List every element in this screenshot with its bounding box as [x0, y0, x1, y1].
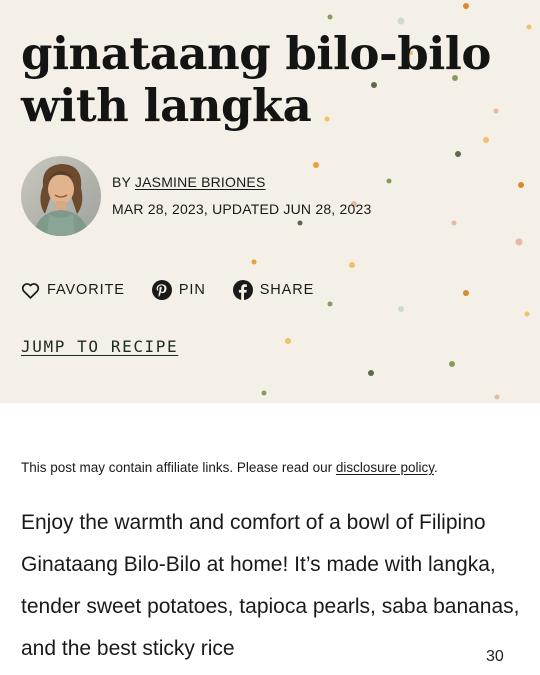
heart-outline-icon — [21, 282, 40, 299]
author-link[interactable]: JASMINE BRIONES — [135, 174, 266, 190]
pinterest-icon — [151, 280, 172, 300]
post-dates: MAR 28, 2023, UPDATED JUN 28, 2023 — [112, 201, 372, 217]
intro-paragraph: Enjoy the warmth and comfort of a bowl o… — [21, 511, 520, 660]
pin-button[interactable]: PIN — [151, 280, 206, 300]
byline-prefix: BY — [112, 174, 131, 190]
favorite-label: FAVORITE — [47, 282, 125, 298]
post-actions: FAVORITE PIN SHARE — [21, 280, 341, 300]
page-title: ginataang bilo-bilo with langka — [21, 27, 491, 132]
disclosure-text: This post may contain affiliate links. P… — [21, 460, 336, 475]
post-header: ginataang bilo-bilo with langka BY JASMI… — [0, 0, 540, 403]
share-button[interactable]: SHARE — [232, 280, 315, 300]
disclosure-end: . — [433, 460, 438, 475]
page-counter-badge: 30 — [486, 648, 504, 666]
facebook-icon — [232, 280, 253, 300]
share-label: SHARE — [259, 282, 315, 298]
author-avatar[interactable] — [21, 156, 101, 236]
favorite-button[interactable]: FAVORITE — [21, 282, 125, 299]
affiliate-disclosure: This post may contain affiliate links. P… — [21, 459, 531, 477]
jump-to-recipe-link[interactable]: JUMP TO RECIPE — [21, 337, 178, 356]
pin-label: PIN — [178, 282, 206, 298]
author-photo — [21, 156, 101, 236]
author-byline: BY JASMINE BRIONES — [112, 174, 266, 190]
disclosure-policy-link[interactable]: disclosure policy — [336, 460, 434, 475]
